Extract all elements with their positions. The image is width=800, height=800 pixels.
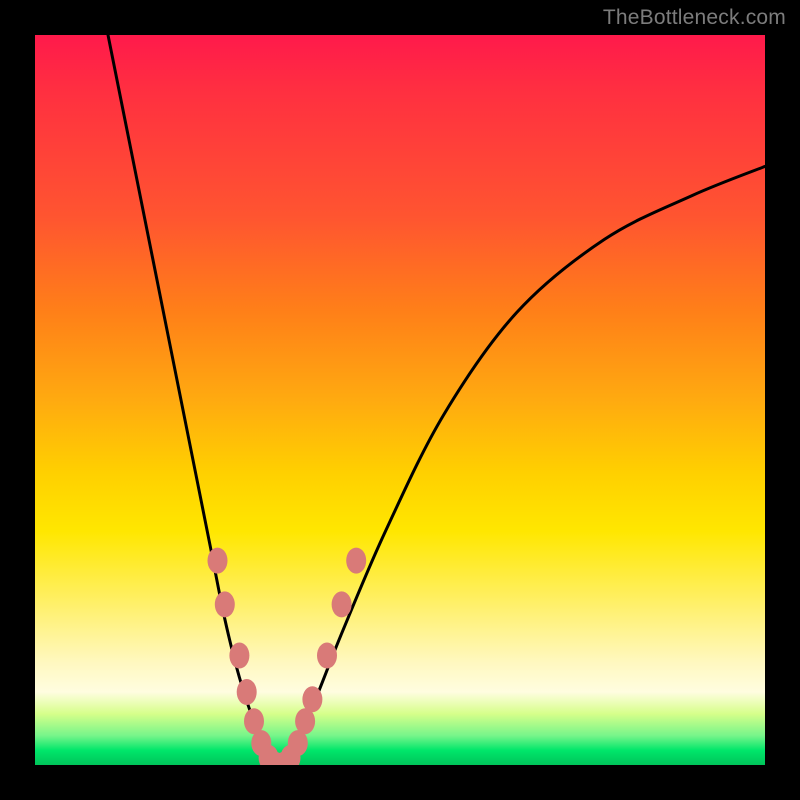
marker-point — [346, 548, 366, 574]
marker-point — [215, 591, 235, 617]
marker-point — [317, 643, 337, 669]
marker-point — [208, 548, 228, 574]
marker-point — [332, 591, 352, 617]
marker-point — [237, 679, 257, 705]
watermark-text: TheBottleneck.com — [603, 6, 786, 30]
curve-left-branch — [108, 35, 276, 765]
curve-right-branch — [276, 166, 765, 765]
chart-stage: TheBottleneck.com — [0, 0, 800, 800]
marker-point — [229, 643, 249, 669]
marker-group — [208, 548, 367, 765]
marker-point — [302, 686, 322, 712]
plot-area — [35, 35, 765, 765]
chart-svg — [35, 35, 765, 765]
